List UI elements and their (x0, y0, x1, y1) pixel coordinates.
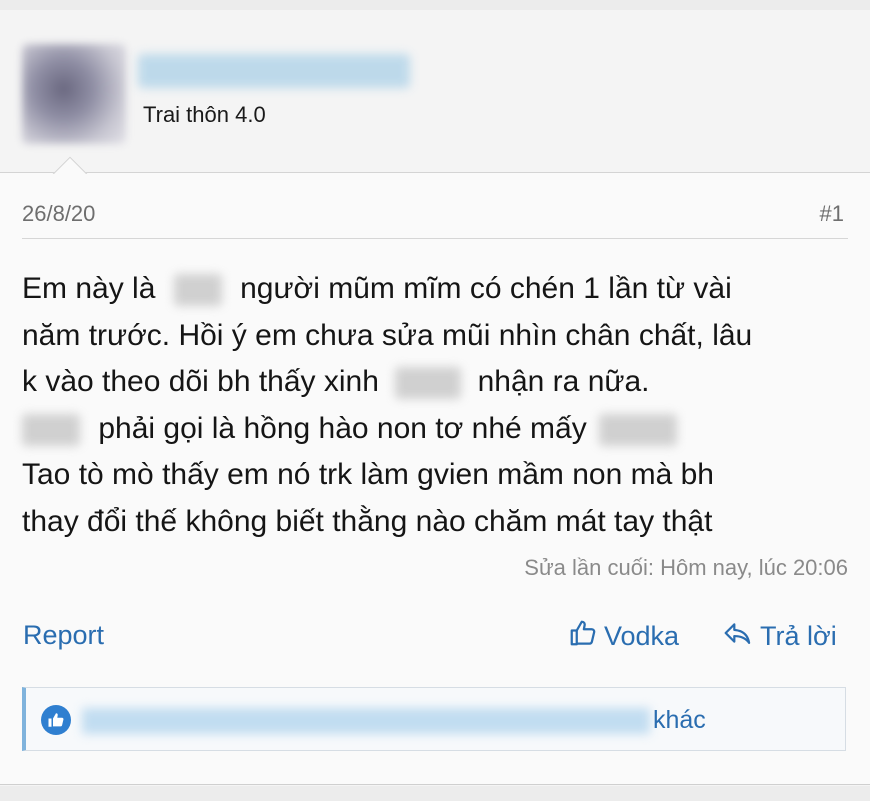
post-text: phải gọi là hồng hào non tơ nhé mấy (98, 411, 587, 445)
post-text: Em này là (22, 272, 156, 305)
redacted-text (22, 413, 80, 446)
divider (22, 238, 848, 239)
like-button[interactable]: Vodka (568, 618, 679, 655)
like-label: Vodka (604, 621, 680, 651)
post-text: nhận ra nữa. (477, 365, 650, 398)
reply-icon (722, 618, 754, 655)
post-text: người mũm mĩm có chén 1 lần từ vài (240, 272, 732, 305)
avatar[interactable] (22, 44, 126, 144)
post-text: năm trước. Hồi ý em chưa sửa mũi nhìn ch… (22, 318, 753, 352)
like-badge-icon (41, 705, 71, 735)
reply-label: Trả lời (760, 621, 837, 651)
last-edited-note: Sửa lần cuối: Hôm nay, lúc 20:06 (524, 555, 848, 580)
post-date[interactable]: 26/8/20 (22, 201, 95, 227)
post-line: năm trước. Hồi ý em chưa sửa mũi nhìn ch… (22, 313, 862, 360)
post-text: thay đổi thế không biết thằng nào chăm m… (22, 504, 713, 538)
post-actions: Report Vodka Trả lời (0, 618, 870, 658)
thumbs-up-icon (568, 618, 598, 655)
user-title: Trai thôn 4.0 (143, 102, 266, 127)
username-redacted[interactable] (138, 54, 410, 88)
likers-redacted[interactable] (82, 708, 650, 734)
redacted-text (395, 367, 462, 400)
post-pointer (52, 154, 88, 174)
post-line: Em này là người mũm mĩm có chén 1 lần từ… (22, 266, 862, 313)
likes-others-link[interactable]: khác (653, 706, 706, 735)
report-link[interactable]: Report (23, 620, 104, 651)
post-line: Tao tò mò thấy em nó trk làm gvien mầm n… (22, 452, 862, 499)
user-info-block: Trai thôn 4.0 (0, 10, 870, 172)
post-line: k vào theo dõi bh thấy xinh nhận ra nữa. (22, 359, 862, 406)
likes-summary: khác (22, 687, 846, 751)
post-line: thay đổi thế không biết thằng nào chăm m… (22, 499, 862, 546)
post-line: phải gọi là hồng hào non tơ nhé mấy (22, 406, 862, 453)
post-text: k vào theo dõi bh thấy xinh (22, 365, 379, 398)
post-number[interactable]: #1 (820, 201, 844, 227)
reply-button[interactable]: Trả lời (722, 618, 837, 655)
redacted-text (599, 413, 678, 446)
redacted-text (173, 274, 222, 307)
divider (0, 784, 870, 785)
post-text: Tao tò mò thấy em nó trk làm gvien mầm n… (22, 458, 714, 491)
post-body: Em này là người mũm mĩm có chén 1 lần từ… (22, 266, 862, 545)
